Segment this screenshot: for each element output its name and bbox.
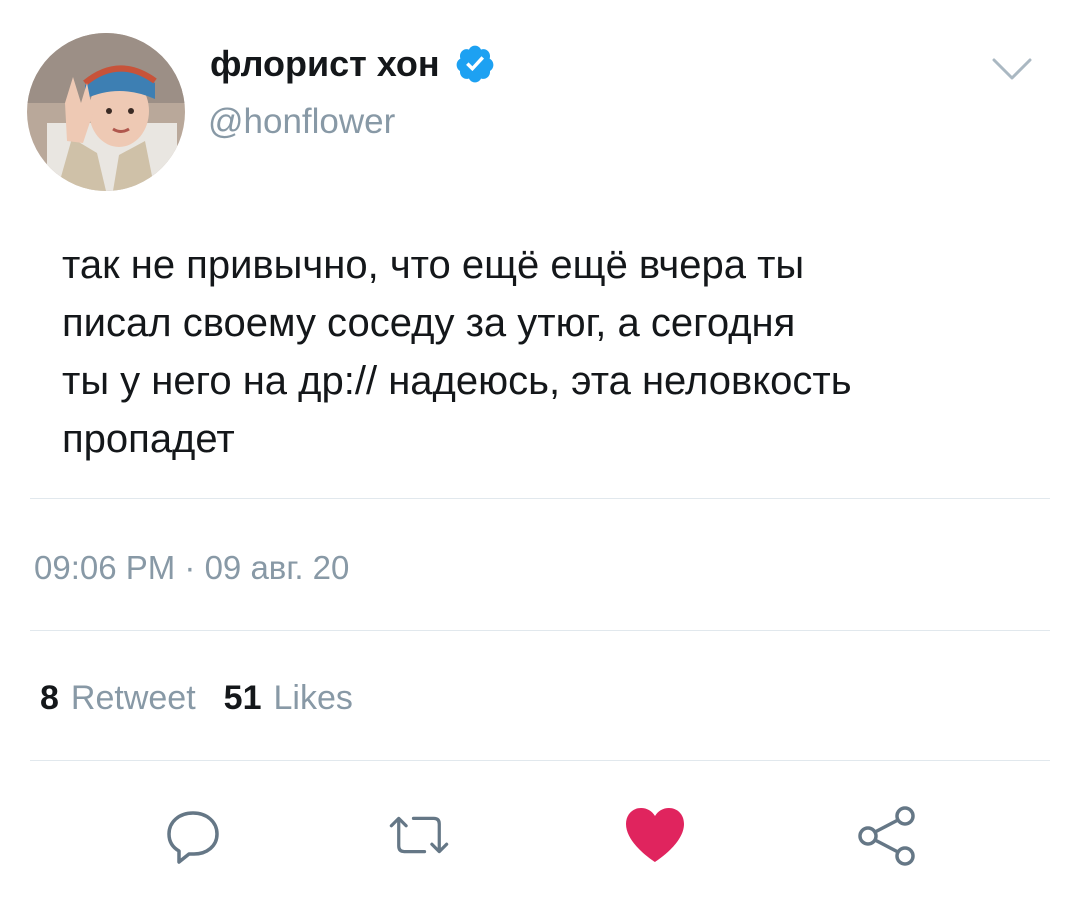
retweet-button[interactable] xyxy=(384,800,454,870)
heart-icon xyxy=(626,808,684,862)
display-name[interactable]: флорист хон xyxy=(210,42,440,86)
share-icon xyxy=(858,806,915,866)
tweet-text: так не привычно, что ещё ещё вчера ты пи… xyxy=(62,236,1052,468)
reply-icon xyxy=(167,811,219,864)
tweet-text-line: пропадет xyxy=(62,417,235,461)
tweet-text-line: ты у него на др:// надеюсь, эта неловкос… xyxy=(62,359,852,403)
retweet-label: Retweet xyxy=(70,679,196,717)
tweet-timestamp[interactable]: 09:06 PM · 09 авг. 20 xyxy=(34,546,349,590)
tweet-stats: 8 Retweet 51 Likes xyxy=(40,676,381,720)
retweet-icon xyxy=(389,816,449,854)
verified-badge-icon xyxy=(454,43,496,85)
chevron-down-icon[interactable] xyxy=(990,54,1034,84)
likes-label: Likes xyxy=(273,679,353,717)
likes-count: 51 xyxy=(223,679,262,717)
retweet-count: 8 xyxy=(40,679,59,717)
tweet-text-line: писал своему соседу за утюг, а сегодня xyxy=(62,301,796,345)
likes-stat[interactable]: 51 Likes xyxy=(224,676,353,720)
retweet-stat[interactable]: 8 Retweet xyxy=(40,676,196,720)
divider xyxy=(30,630,1050,631)
like-button[interactable] xyxy=(620,800,690,870)
reply-button[interactable] xyxy=(158,800,228,870)
avatar[interactable] xyxy=(27,33,185,191)
user-handle[interactable]: @honflower xyxy=(208,100,395,144)
divider xyxy=(30,498,1050,499)
display-name-row[interactable]: флорист хон xyxy=(210,42,496,86)
share-button[interactable] xyxy=(852,800,922,870)
divider xyxy=(30,760,1050,761)
avatar-image xyxy=(27,33,185,191)
tweet-text-line: так не привычно, что ещё ещё вчера ты xyxy=(62,243,805,287)
